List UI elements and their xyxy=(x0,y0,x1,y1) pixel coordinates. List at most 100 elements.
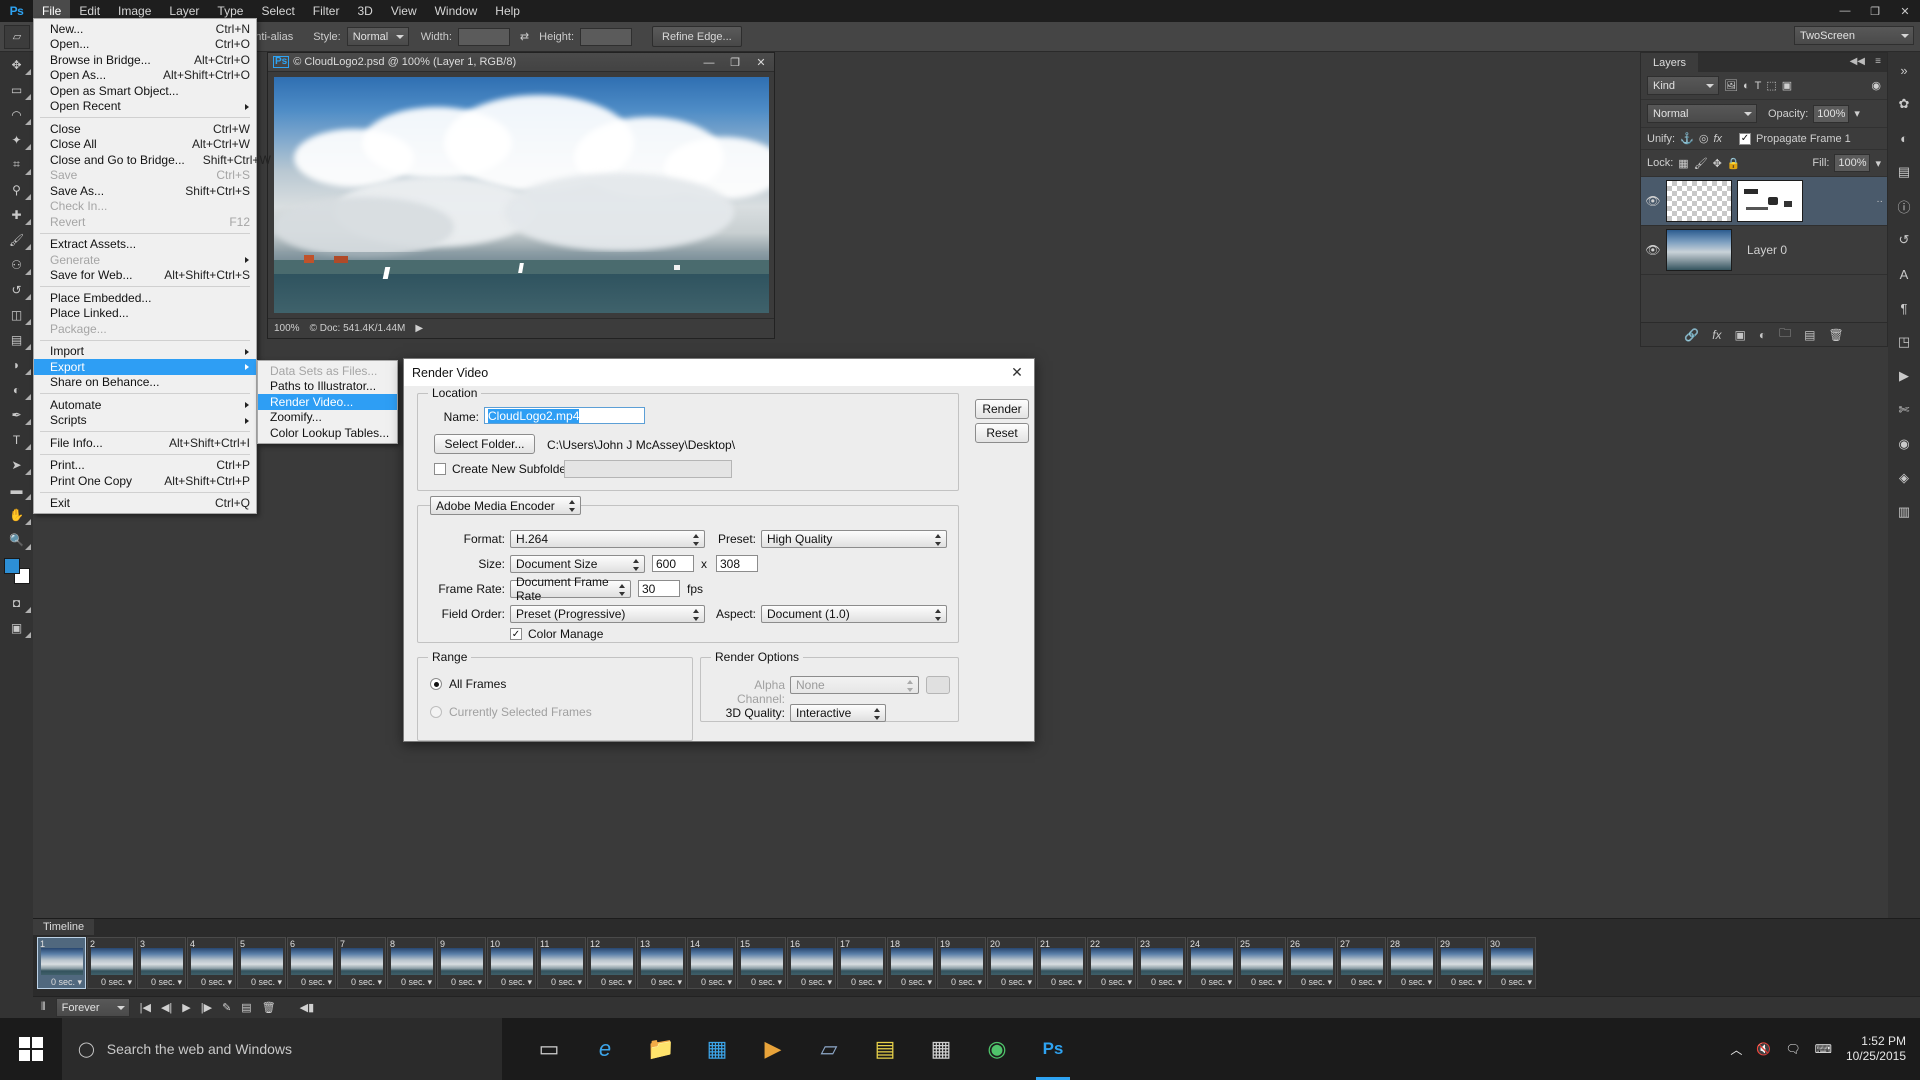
timeline-frame[interactable]: 21 0 sec. ▾ xyxy=(1037,937,1086,989)
app-minimize-button[interactable]: — xyxy=(1830,0,1860,22)
color-panel-icon[interactable]: ✿ xyxy=(1892,94,1916,114)
tween-icon[interactable]: ✎ xyxy=(222,1001,231,1014)
screen-mode-icon[interactable]: ▣ xyxy=(0,615,33,640)
smart-object-filter-icon[interactable]: ▣ xyxy=(1782,79,1792,92)
menu-filter[interactable]: Filter xyxy=(304,0,349,22)
preset-select[interactable]: High Quality xyxy=(761,530,947,548)
lock-position-icon[interactable]: ✥ xyxy=(1713,157,1722,170)
channels-panel-icon[interactable]: ▥ xyxy=(1892,502,1916,522)
tween-settings-icon[interactable]: ⫴ xyxy=(41,1001,46,1014)
quality-select[interactable]: Interactive xyxy=(790,704,886,722)
tab-timeline[interactable]: Timeline xyxy=(33,919,95,935)
video-editor-icon[interactable]: ▱ xyxy=(804,1018,854,1080)
new-layer-icon[interactable]: ▤ xyxy=(1804,328,1815,342)
timeline-frame[interactable]: 14 0 sec. ▾ xyxy=(687,937,736,989)
frame-duration[interactable]: 0 sec. ▾ xyxy=(1238,977,1285,988)
unify-visibility-icon[interactable]: ◎ xyxy=(1699,132,1709,145)
layer-visibility-icon[interactable]: 👁 xyxy=(1645,243,1661,257)
lasso-tool[interactable]: ◠ xyxy=(0,102,33,127)
frame-duration[interactable]: 0 sec. ▾ xyxy=(1438,977,1485,988)
timeline-frame[interactable]: 16 0 sec. ▾ xyxy=(787,937,836,989)
brush-tool[interactable]: 🖌 xyxy=(0,227,33,252)
hand-tool[interactable]: ✋ xyxy=(0,502,33,527)
character-panel-icon[interactable]: A xyxy=(1892,264,1916,284)
calculator-icon[interactable]: ▦ xyxy=(916,1018,966,1080)
reset-button[interactable]: Reset xyxy=(975,423,1029,443)
scissors-icon[interactable]: ✄ xyxy=(1892,400,1916,420)
propagate-checkbox[interactable]: ✓ xyxy=(1739,132,1751,145)
adjustment-layer-icon[interactable]: ◐ xyxy=(1759,328,1766,342)
file-menu-item-open-recent[interactable]: Open Recent xyxy=(34,99,256,115)
frame-duration[interactable]: 0 sec. ▾ xyxy=(938,977,985,988)
render-button[interactable]: Render xyxy=(975,399,1029,419)
lock-transparent-icon[interactable]: ▦ xyxy=(1678,157,1688,170)
file-menu-item-print[interactable]: Print... Ctrl+P xyxy=(34,458,256,474)
timeline-frame[interactable]: 24 0 sec. ▾ xyxy=(1187,937,1236,989)
workspace-select[interactable]: TwoScreen xyxy=(1794,26,1914,45)
panel-menu-icon[interactable]: ≡ xyxy=(1875,56,1881,67)
dodge-tool[interactable]: ◐ xyxy=(0,377,33,402)
frame-duration[interactable]: 0 sec. ▾ xyxy=(638,977,685,988)
layer-thumbnail[interactable] xyxy=(1666,229,1732,271)
tab-layers[interactable]: Layers xyxy=(1641,53,1699,72)
file-menu-item-share-on-behance[interactable]: Share on Behance... xyxy=(34,375,256,391)
file-menu-item-import[interactable]: Import xyxy=(34,344,256,360)
file-menu-item-close-all[interactable]: Close All Alt+Ctrl+W xyxy=(34,137,256,153)
file-menu-item-save-as[interactable]: Save As... Shift+Ctrl+S xyxy=(34,183,256,199)
frame-duration[interactable]: 0 sec. ▾ xyxy=(488,977,535,988)
frame-duration[interactable]: 0 sec. ▾ xyxy=(238,977,285,988)
layer-visibility-icon[interactable]: 👁 xyxy=(1645,194,1661,208)
frame-duration[interactable]: 0 sec. ▾ xyxy=(1188,977,1235,988)
fps-input[interactable]: 30 xyxy=(638,580,680,597)
pen-tool[interactable]: ✒ xyxy=(0,402,33,427)
duplicate-frame-icon[interactable]: ▤ xyxy=(241,1001,251,1014)
layer-style-icon[interactable]: fx xyxy=(1712,328,1721,342)
search-input[interactable]: ◯ Search the web and Windows xyxy=(62,1018,502,1080)
height-input[interactable] xyxy=(580,27,632,46)
timeline-frame[interactable]: 12 0 sec. ▾ xyxy=(587,937,636,989)
frame-duration[interactable]: 0 sec. ▾ xyxy=(1388,977,1435,988)
libraries-panel-icon[interactable]: ▤ xyxy=(1892,162,1916,182)
document-minimize-button[interactable]: — xyxy=(696,53,722,72)
filter-kind-select[interactable]: Kind xyxy=(1647,76,1719,95)
notes-icon[interactable]: ▤ xyxy=(860,1018,910,1080)
timeline-frame[interactable]: 10 sec. ▾ xyxy=(37,937,86,989)
timeline-frame[interactable]: 18 0 sec. ▾ xyxy=(887,937,936,989)
file-menu[interactable]: New... Ctrl+N Open... Ctrl+O Browse in Bridg… xyxy=(33,18,271,514)
history-brush-tool[interactable]: ↺ xyxy=(0,277,33,302)
file-menu-item-save-for-web[interactable]: Save for Web... Alt+Shift+Ctrl+S xyxy=(34,268,256,284)
collapse-dock-icon[interactable]: » xyxy=(1892,60,1916,80)
menu-window[interactable]: Window xyxy=(426,0,487,22)
link-layers-icon[interactable]: 🔗 xyxy=(1684,328,1699,342)
type-tool[interactable]: T xyxy=(0,427,33,452)
name-field[interactable]: CloudLogo2.mp4 xyxy=(484,407,645,424)
edge-browser-icon[interactable]: e xyxy=(580,1018,630,1080)
all-frames-radio[interactable] xyxy=(430,678,442,690)
file-explorer-icon[interactable]: 📁 xyxy=(636,1018,686,1080)
timeline-frame[interactable]: 70 sec. ▾ xyxy=(337,937,386,989)
format-select[interactable]: H.264 xyxy=(510,530,705,548)
convert-to-video-timeline-icon[interactable]: ◀▮ xyxy=(300,1001,315,1014)
table-row[interactable]: 👁 Layer 0 xyxy=(1641,226,1887,275)
next-frame-icon[interactable]: |▶ xyxy=(201,1001,212,1014)
frame-duration[interactable]: 0 sec. ▾ xyxy=(338,977,385,988)
timeline-frame[interactable]: 15 0 sec. ▾ xyxy=(737,937,786,989)
encoder-engine-select[interactable]: Adobe Media Encoder xyxy=(430,496,581,515)
frame-duration[interactable]: 0 sec. ▾ xyxy=(288,977,335,988)
marquee-tool[interactable]: ▭ xyxy=(0,77,33,102)
notification-icon[interactable]: 🗨 xyxy=(1785,1042,1800,1056)
swap-dimensions-icon[interactable]: ⇄ xyxy=(520,30,529,43)
timeline-frame[interactable]: 30 sec. ▾ xyxy=(137,937,186,989)
shape-filter-icon[interactable]: ⬚ xyxy=(1766,79,1776,92)
frame-duration[interactable]: 0 sec. ▾ xyxy=(138,977,185,988)
file-menu-item-open[interactable]: Open... Ctrl+O xyxy=(34,37,256,53)
blur-tool[interactable]: ◗ xyxy=(0,352,33,377)
file-menu-item-open-as-smart-object[interactable]: Open as Smart Object... xyxy=(34,83,256,99)
file-menu-item-scripts[interactable]: Scripts xyxy=(34,413,256,429)
frame-duration[interactable]: 0 sec. ▾ xyxy=(888,977,935,988)
new-group-icon[interactable]: 🗀 xyxy=(1779,324,1791,345)
timeline-frame[interactable]: 40 sec. ▾ xyxy=(187,937,236,989)
previous-frame-icon[interactable]: ◀| xyxy=(161,1001,172,1014)
color-manage-checkbox[interactable]: ✓ xyxy=(510,628,522,640)
video-height-input[interactable]: 308 xyxy=(716,555,758,572)
